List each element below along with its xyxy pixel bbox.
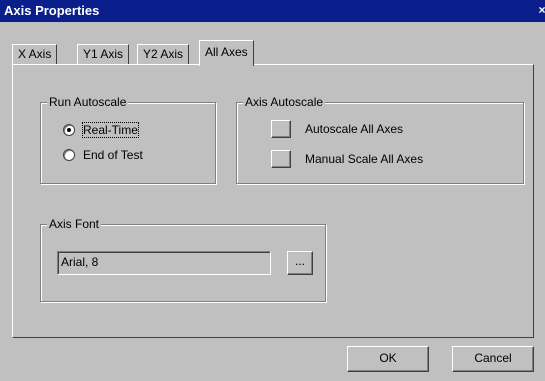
cancel-button[interactable]: Cancel — [452, 346, 534, 372]
tab-y2-axis[interactable]: Y2 Axis — [137, 44, 190, 64]
axis-properties-dialog: Axis Properties × X Axis Y1 Axis Y2 Axis… — [0, 0, 545, 381]
run-autoscale-group: Run Autoscale Real-Time End of Test — [40, 95, 216, 184]
manual-scale-all-axes-button[interactable] — [271, 150, 291, 168]
autoscale-all-axes-button[interactable] — [271, 120, 291, 138]
axis-autoscale-group: Axis Autoscale Autoscale All Axes Manual… — [236, 95, 524, 184]
radio-real-time-label[interactable]: Real-Time — [82, 122, 139, 138]
axis-font-field[interactable]: Arial, 8 — [57, 251, 271, 275]
close-icon[interactable]: × — [535, 3, 545, 17]
tab-y1-axis[interactable]: Y1 Axis — [77, 44, 130, 64]
run-autoscale-legend: Run Autoscale — [47, 95, 129, 109]
tab-all-axes[interactable]: All Axes — [199, 40, 254, 66]
tab-x-axis[interactable]: X Axis — [12, 44, 58, 64]
radio-dot-icon — [67, 128, 71, 132]
radio-button[interactable] — [63, 149, 75, 161]
radio-button-selected[interactable] — [63, 124, 75, 136]
radio-end-of-test-label[interactable]: End of Test — [83, 148, 143, 162]
manual-scale-all-axes-label: Manual Scale All Axes — [305, 152, 424, 166]
axis-font-legend: Axis Font — [47, 217, 102, 231]
title-bar: Axis Properties × — [0, 0, 545, 22]
dialog-title: Axis Properties — [4, 3, 100, 18]
autoscale-all-axes-label: Autoscale All Axes — [305, 122, 404, 136]
axis-font-group: Axis Font Arial, 8 ... — [40, 217, 326, 302]
font-browse-button[interactable]: ... — [287, 251, 313, 275]
axis-autoscale-legend: Axis Autoscale — [243, 95, 326, 109]
ok-button[interactable]: OK — [347, 346, 429, 372]
